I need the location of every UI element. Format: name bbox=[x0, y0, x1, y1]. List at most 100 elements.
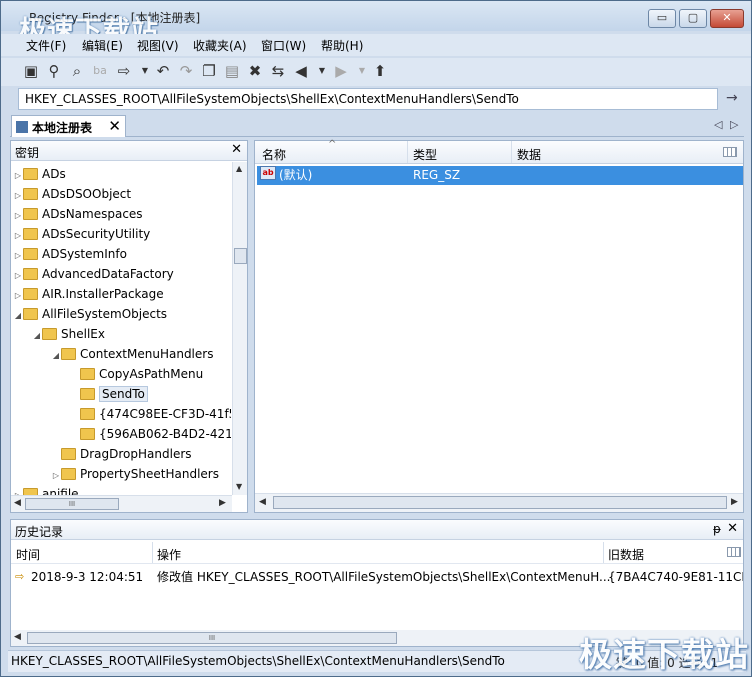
tree-item[interactable]: ▷ ADSystemInfo bbox=[13, 244, 127, 264]
history-close-icon[interactable]: ✕ bbox=[727, 521, 738, 536]
scroll-thumb[interactable]: III bbox=[27, 632, 397, 644]
scroll-left-icon[interactable]: ◀ bbox=[14, 632, 21, 642]
tree-item[interactable]: ▷ ADs bbox=[13, 164, 66, 184]
column-data[interactable]: 数据 bbox=[517, 146, 541, 163]
tree-item[interactable]: ▷ ADsNamespaces bbox=[13, 204, 143, 224]
menu-file[interactable]: 文件(F) bbox=[26, 37, 66, 54]
up-icon[interactable]: ⬆ bbox=[371, 62, 389, 80]
column-operation[interactable]: 操作 bbox=[157, 546, 181, 563]
expand-toggle-icon[interactable]: ◢ bbox=[32, 326, 42, 346]
history-operation: 修改值 HKEY_CLASSES_ROOT\AllFileSystemObjec… bbox=[157, 570, 611, 584]
expand-toggle-icon[interactable]: ▷ bbox=[51, 466, 61, 486]
address-bar[interactable]: HKEY_CLASSES_ROOT\AllFileSystemObjects\S… bbox=[18, 88, 718, 110]
back-dropdown-icon[interactable]: ▼ bbox=[313, 62, 331, 80]
expand-toggle-icon[interactable]: ▷ bbox=[13, 486, 23, 495]
tree-item[interactable]: ▷ PropertySheetHandlers bbox=[51, 464, 219, 484]
expand-toggle-icon[interactable]: ▷ bbox=[13, 226, 23, 246]
scroll-left-icon[interactable]: ◀ bbox=[259, 497, 266, 507]
refresh-icon[interactable]: ⇆ bbox=[269, 62, 287, 80]
tab-next-icon[interactable]: ▷ bbox=[730, 118, 738, 131]
export-icon[interactable]: ⇨ bbox=[115, 62, 133, 80]
tree-horizontal-scrollbar[interactable]: ◀ III ▶ bbox=[11, 495, 232, 512]
key-pane-close-icon[interactable]: ✕ bbox=[231, 142, 242, 157]
redo-icon[interactable]: ↷ bbox=[177, 62, 195, 80]
folder-icon bbox=[23, 188, 38, 200]
menu-bar: 文件(F) 编辑(E) 视图(V) 收藏夹(A) 窗口(W) 帮助(H) bbox=[1, 34, 751, 56]
column-divider[interactable] bbox=[603, 542, 604, 563]
expand-toggle-icon[interactable]: ▷ bbox=[13, 186, 23, 206]
title-bar[interactable]: Registry Finder - [本地注册表] 极速下载站 ▭ ▢ ✕ bbox=[1, 1, 751, 47]
tree-item[interactable]: DragDropHandlers bbox=[51, 444, 192, 464]
find-next-icon[interactable]: ba bbox=[91, 62, 109, 80]
column-chooser-icon[interactable] bbox=[723, 147, 737, 157]
column-divider[interactable] bbox=[152, 542, 153, 563]
tab-close-icon[interactable]: ✕ bbox=[108, 117, 121, 135]
maximize-button[interactable]: ▢ bbox=[679, 9, 707, 28]
column-divider[interactable] bbox=[511, 141, 512, 163]
scroll-down-icon[interactable]: ▼ bbox=[236, 482, 242, 491]
key-tree-title: 密钥 bbox=[15, 146, 40, 160]
tree-item[interactable]: ◢ ContextMenuHandlers bbox=[51, 344, 214, 366]
expand-toggle-icon[interactable]: ▷ bbox=[13, 206, 23, 226]
paste-icon[interactable]: ▤ bbox=[223, 62, 241, 80]
folder-icon bbox=[61, 448, 76, 460]
go-arrow-icon[interactable]: → bbox=[726, 90, 738, 106]
expand-toggle-icon[interactable]: ▷ bbox=[13, 286, 23, 306]
expand-toggle-icon[interactable]: ◢ bbox=[51, 346, 61, 366]
tree-item[interactable]: ▷ anifile bbox=[13, 484, 79, 495]
close-button[interactable]: ✕ bbox=[710, 9, 744, 28]
scroll-left-icon[interactable]: ◀ bbox=[14, 498, 21, 508]
scroll-right-icon[interactable]: ▶ bbox=[219, 498, 226, 508]
tree-item[interactable]: ◢ ShellEx bbox=[32, 324, 105, 344]
tree-item[interactable]: CopyAsPathMenu bbox=[70, 364, 203, 384]
menu-edit[interactable]: 编辑(E) bbox=[82, 37, 123, 54]
scroll-thumb[interactable] bbox=[273, 496, 727, 509]
tree-item[interactable]: SendTo bbox=[70, 384, 148, 404]
column-old-data[interactable]: 旧数据 bbox=[608, 546, 644, 563]
minimize-button[interactable]: ▭ bbox=[648, 9, 676, 28]
find-icon[interactable]: ⌕ bbox=[68, 62, 86, 80]
scroll-thumb[interactable] bbox=[234, 248, 247, 264]
menu-view[interactable]: 视图(V) bbox=[137, 37, 179, 54]
delete-icon[interactable]: ✖ bbox=[246, 62, 264, 80]
scroll-up-icon[interactable]: ▲ bbox=[236, 164, 242, 173]
column-chooser-icon[interactable] bbox=[727, 547, 741, 557]
tree-item[interactable]: ▷ ADsSecurityUtility bbox=[13, 224, 150, 244]
scroll-right-icon[interactable]: ▶ bbox=[731, 497, 738, 507]
expand-toggle-icon[interactable]: ▷ bbox=[13, 166, 23, 186]
tree-item[interactable]: {474C98EE-CF3D-41f5- bbox=[70, 404, 231, 424]
undo-icon[interactable]: ↶ bbox=[154, 62, 172, 80]
search-icon[interactable]: ⚲ bbox=[45, 62, 63, 80]
tab-prev-icon[interactable]: ◁ bbox=[714, 118, 722, 131]
tree-item[interactable]: ▷ AdvancedDataFactory bbox=[13, 264, 174, 284]
tree-item[interactable]: {596AB062-B4D2-4215 bbox=[70, 424, 231, 444]
computer-icon[interactable]: ▣ bbox=[22, 62, 40, 80]
value-row[interactable]: ab (默认) REG_SZ bbox=[257, 166, 743, 185]
copy-icon[interactable]: ❐ bbox=[200, 62, 218, 80]
column-divider[interactable] bbox=[407, 141, 408, 163]
tree-item[interactable]: ▷ ADsDSOObject bbox=[13, 184, 131, 204]
forward-icon[interactable]: ▶ bbox=[332, 62, 350, 80]
export-dropdown-icon[interactable]: ▼ bbox=[136, 62, 154, 80]
column-name[interactable]: 名称 bbox=[262, 146, 286, 163]
history-row[interactable]: ⇨ 2018-9-3 12:04:51 修改值 HKEY_CLASSES_ROO… bbox=[11, 567, 743, 587]
menu-favorites[interactable]: 收藏夹(A) bbox=[193, 37, 247, 54]
scroll-thumb[interactable]: III bbox=[25, 498, 119, 510]
column-type[interactable]: 类型 bbox=[413, 146, 437, 163]
back-icon[interactable]: ◀ bbox=[292, 62, 310, 80]
pin-icon[interactable]: ᵽ bbox=[713, 522, 721, 536]
values-horizontal-scrollbar[interactable]: ◀ ▶ bbox=[255, 493, 743, 512]
forward-dropdown-icon[interactable]: ▼ bbox=[353, 62, 371, 80]
menu-window[interactable]: 窗口(W) bbox=[261, 37, 306, 54]
key-tree: ▷ ADs ▷ ADsDSOObject ▷ ADsNamespaces ▷ ADsSecur… bbox=[11, 162, 231, 495]
tree-item[interactable]: ▷ AIR.InstallerPackage bbox=[13, 284, 164, 304]
tree-vertical-scrollbar[interactable]: ▲ ▼ bbox=[232, 162, 247, 495]
column-time[interactable]: 时间 bbox=[16, 546, 40, 563]
menu-help[interactable]: 帮助(H) bbox=[321, 37, 363, 54]
expand-toggle-icon[interactable]: ▷ bbox=[13, 246, 23, 266]
tab-local-registry[interactable]: 本地注册表 ✕ bbox=[11, 115, 126, 137]
expand-toggle-icon[interactable]: ▷ bbox=[13, 266, 23, 286]
expand-toggle-icon[interactable]: ◢ bbox=[13, 306, 23, 326]
folder-icon bbox=[23, 228, 38, 240]
tree-item[interactable]: ◢ AllFileSystemObjects bbox=[13, 304, 167, 324]
